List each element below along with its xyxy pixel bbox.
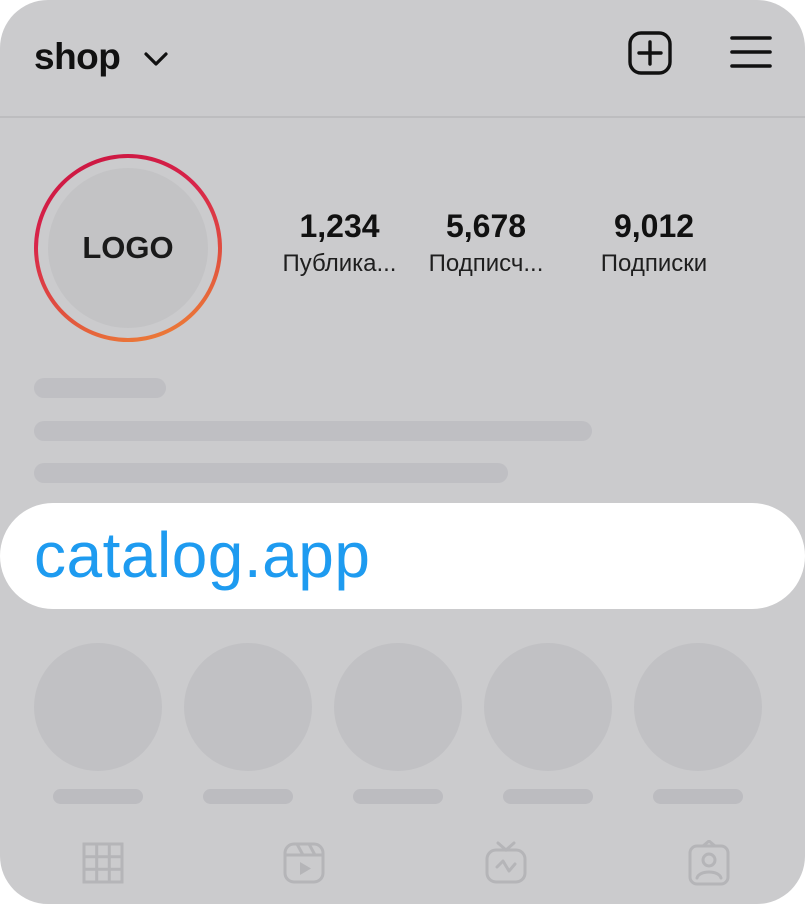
story-highlight-circle bbox=[484, 643, 612, 771]
username-title[interactable]: shop bbox=[34, 36, 121, 78]
bio-name-placeholder bbox=[34, 378, 166, 398]
story-highlight-circle bbox=[634, 643, 762, 771]
tagged-icon[interactable] bbox=[686, 840, 732, 886]
story-highlight[interactable] bbox=[334, 643, 462, 804]
story-highlight[interactable] bbox=[484, 643, 612, 804]
stat-posts-label: Публика... bbox=[282, 250, 397, 277]
story-highlight-label-placeholder bbox=[53, 789, 143, 804]
stat-followers-value: 5,678 bbox=[445, 208, 527, 244]
story-highlight[interactable] bbox=[634, 643, 762, 804]
igtv-icon[interactable] bbox=[483, 840, 529, 886]
profile-link[interactable]: catalog.app bbox=[34, 511, 370, 599]
bio-line-placeholder bbox=[34, 421, 592, 441]
avatar[interactable]: LOGO bbox=[48, 168, 208, 328]
story-highlight[interactable] bbox=[184, 643, 312, 804]
story-highlight-circle bbox=[334, 643, 462, 771]
menu-icon[interactable] bbox=[730, 34, 772, 70]
stat-posts-value: 1,234 bbox=[299, 208, 380, 244]
story-highlight-label-placeholder bbox=[503, 789, 593, 804]
stat-following-label: Подписки bbox=[600, 250, 708, 277]
story-highlight-label-placeholder bbox=[653, 789, 743, 804]
bio-line-placeholder bbox=[34, 463, 508, 483]
stat-following[interactable]: 9,012 Подписки bbox=[584, 206, 724, 280]
stat-following-value: 9,012 bbox=[613, 208, 695, 244]
grid-icon[interactable] bbox=[80, 840, 126, 886]
story-highlight-label-placeholder bbox=[203, 789, 293, 804]
stat-followers[interactable]: 5,678 Подписч... bbox=[416, 206, 556, 280]
story-highlight[interactable] bbox=[34, 643, 162, 804]
story-highlight-label-placeholder bbox=[353, 789, 443, 804]
add-post-icon[interactable] bbox=[627, 30, 673, 76]
avatar-story-ring[interactable]: LOGO bbox=[34, 154, 222, 342]
top-bar: shop bbox=[0, 0, 805, 118]
profile-screen: shop LOGO 1,234 Публика... 5,678 Подписч… bbox=[0, 0, 805, 904]
reels-icon[interactable] bbox=[281, 840, 327, 886]
story-highlight-circle bbox=[34, 643, 162, 771]
chevron-down-icon[interactable] bbox=[143, 50, 169, 68]
stat-followers-label: Подписч... bbox=[428, 250, 544, 277]
story-highlight-circle bbox=[184, 643, 312, 771]
stat-posts[interactable]: 1,234 Публика... bbox=[272, 206, 407, 280]
